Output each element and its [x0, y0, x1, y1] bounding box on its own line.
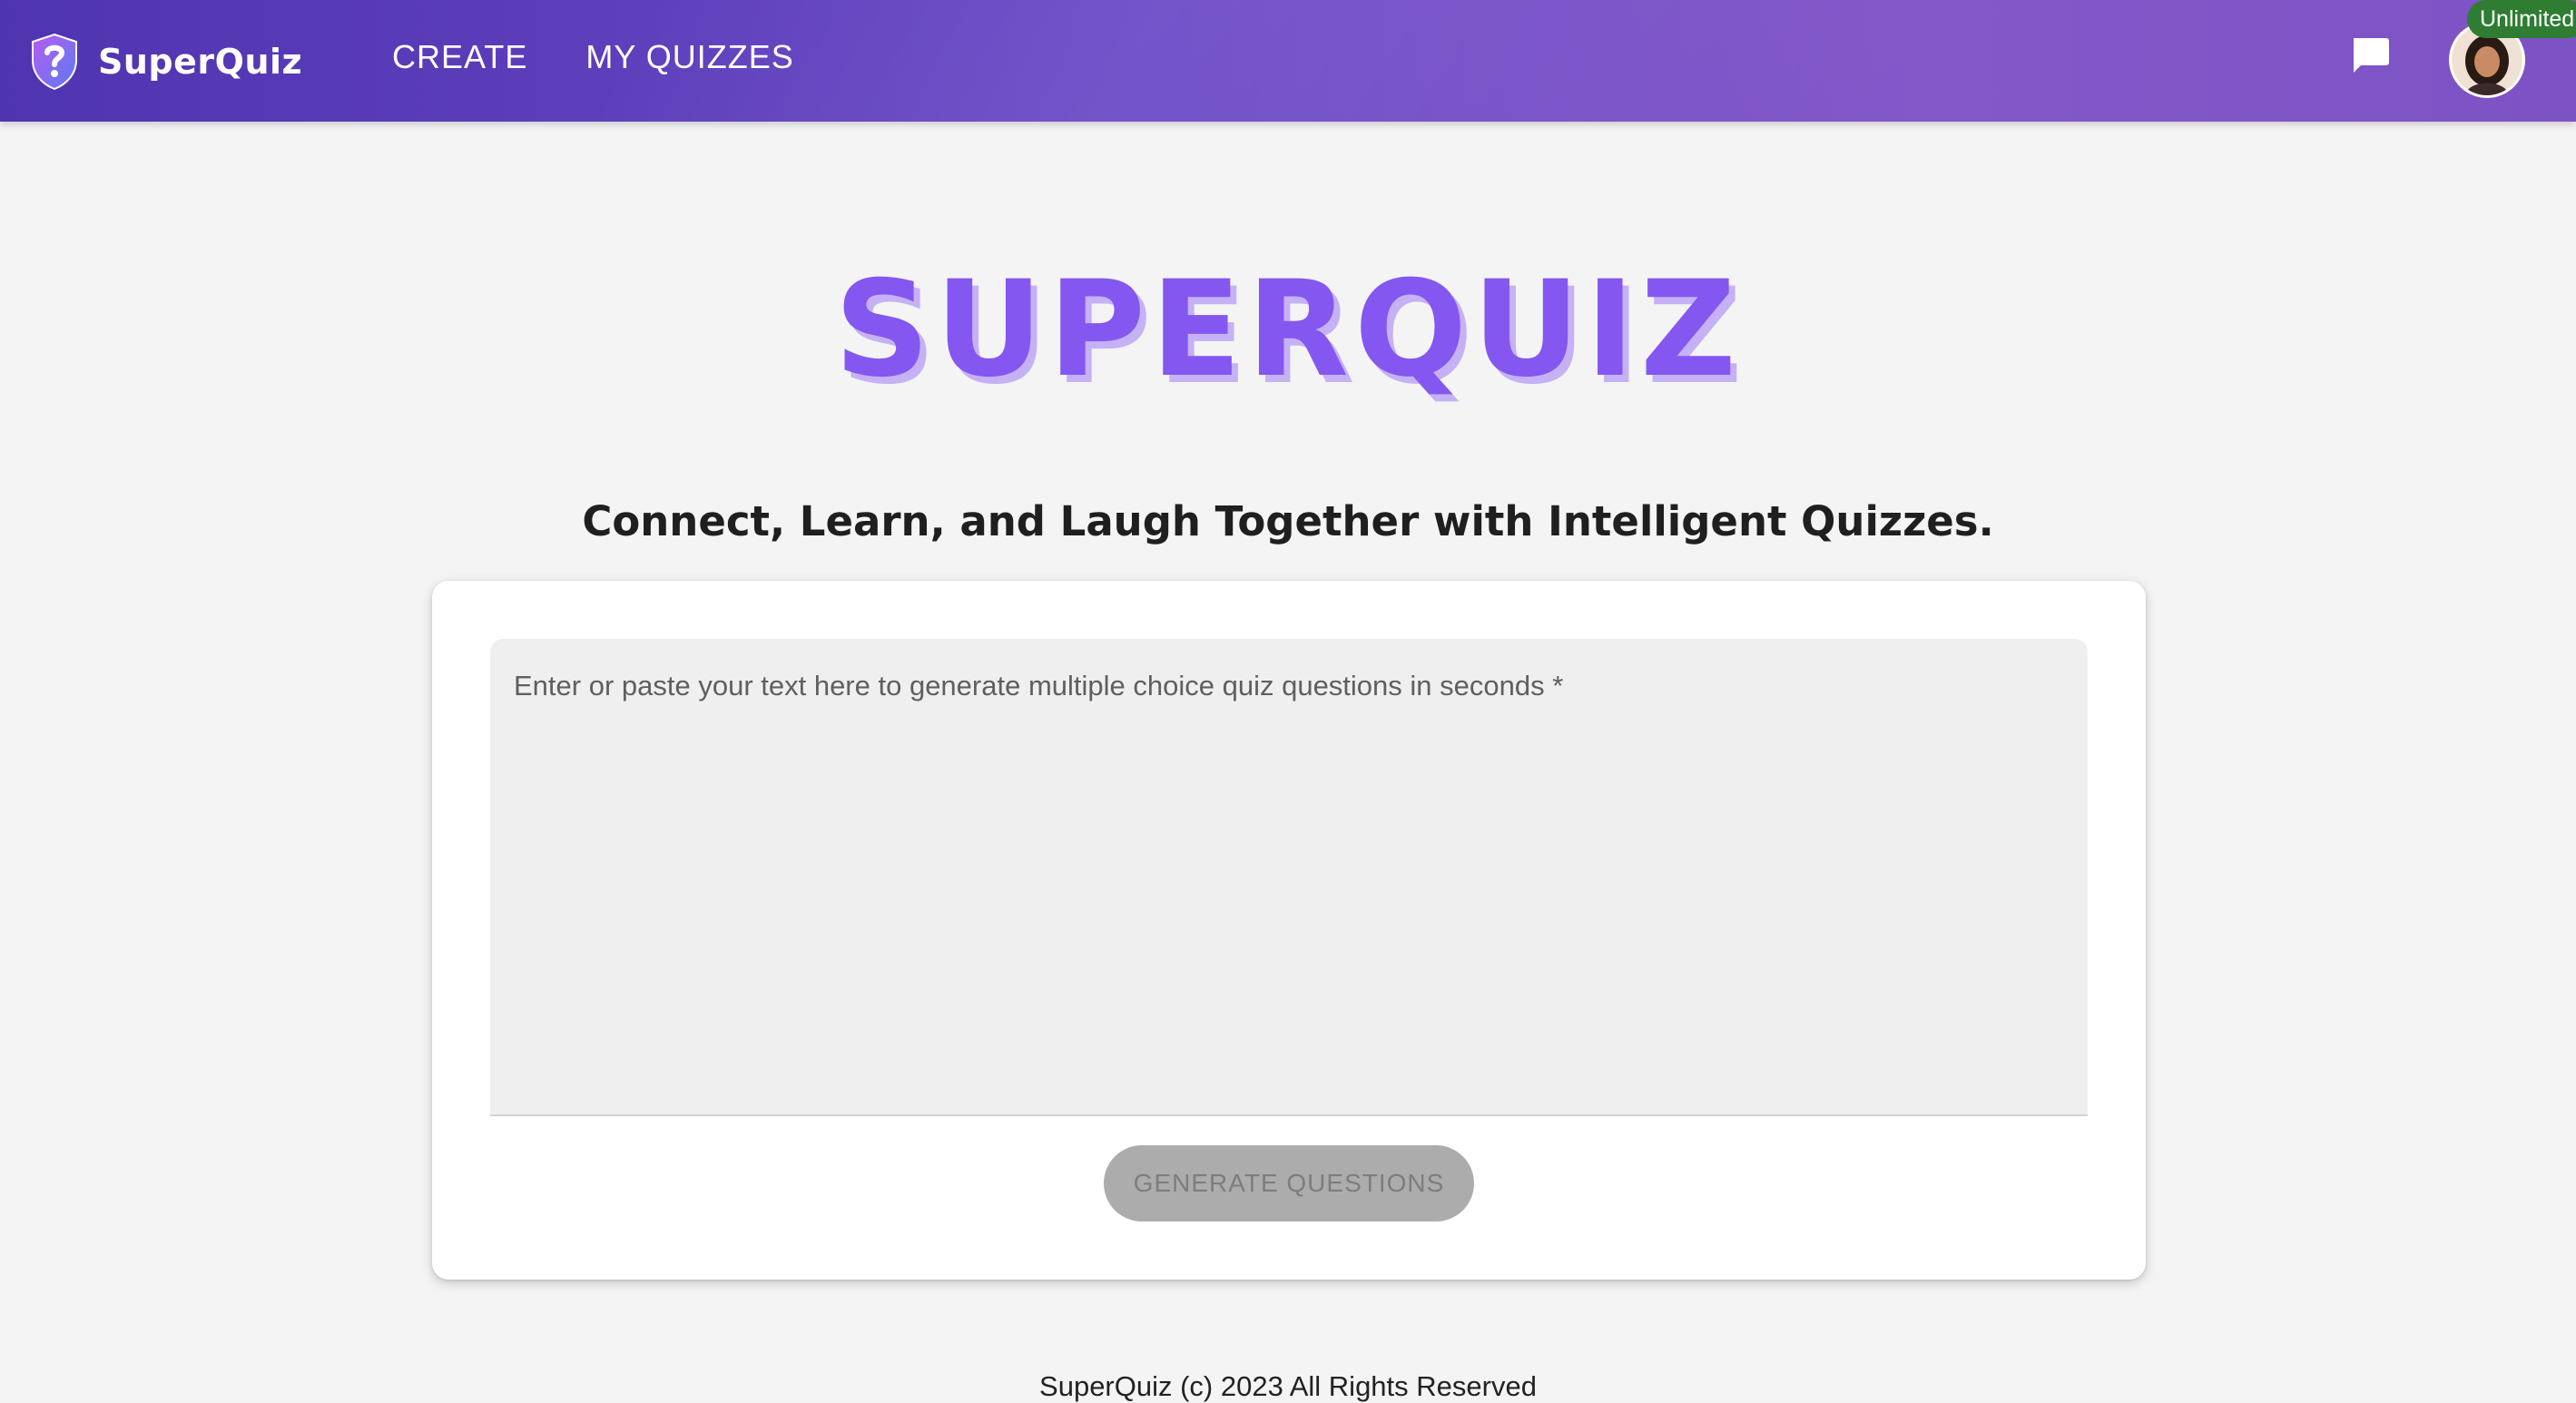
generate-questions-button[interactable]: GENERATE QUESTIONS — [1104, 1145, 1474, 1221]
nav-my-quizzes[interactable]: MY QUIZZES — [585, 34, 793, 80]
quiz-generator-card: GENERATE QUESTIONS — [432, 581, 2146, 1280]
quiz-text-input[interactable] — [490, 639, 2088, 1114]
brand-home-link[interactable]: SuperQuiz — [29, 25, 302, 98]
app-bar: SuperQuiz CREATE MY QUIZZES Unlimited — [0, 0, 2576, 122]
tagline: Connect, Learn, and Laugh Together with … — [582, 497, 1994, 545]
chat-button[interactable] — [2347, 34, 2393, 80]
quiz-text-field — [490, 639, 2088, 1116]
nav-create[interactable]: CREATE — [392, 34, 527, 80]
chat-icon — [2350, 36, 2390, 79]
hero-title: SUPERQUIZ — [834, 252, 1742, 407]
shield-question-icon — [29, 33, 80, 91]
footer-copyright: SuperQuiz (c) 2023 All Rights Reserved — [1039, 1370, 1537, 1402]
brand-name: SuperQuiz — [98, 42, 303, 82]
main-nav: CREATE MY QUIZZES — [392, 34, 794, 80]
plan-badge: Unlimited — [2467, 0, 2576, 38]
